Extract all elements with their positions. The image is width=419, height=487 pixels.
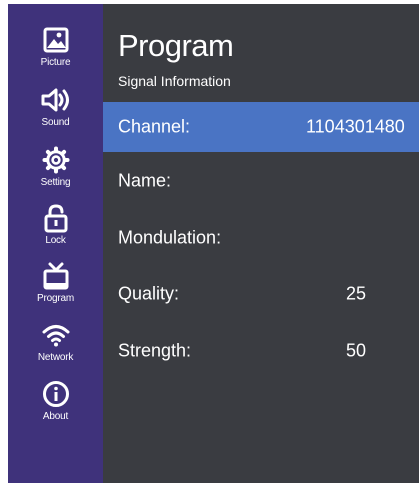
sidebar-item-lock[interactable]: Lock [8,202,103,260]
tv-settings-screen: Picture Sound Setting Lock Program Netwo… [8,4,419,483]
name-row[interactable]: Name: [103,156,419,206]
strength-value: 50 [346,340,367,361]
quality-label: Quality: [118,283,180,304]
sidebar-item-label: Lock [45,235,66,246]
page-title: Program [118,28,234,63]
lock-icon [40,202,72,234]
sidebar-item-program[interactable]: Program [8,260,103,318]
sidebar-item-label: Picture [40,57,71,68]
name-label: Name: [118,170,172,191]
quality-value: 25 [346,283,367,304]
info-icon [40,378,72,410]
modulation-row[interactable]: Mondulation: [103,213,419,263]
quality-row[interactable]: Quality: 25 [103,269,419,319]
sidebar-nav: Picture Sound Setting Lock Program Netwo… [8,4,103,483]
sidebar-item-about[interactable]: About [8,378,103,436]
strength-row[interactable]: Strength: 50 [103,326,419,376]
sidebar-item-sound[interactable]: Sound [8,84,103,142]
sidebar-item-network[interactable]: Network [8,319,103,377]
wifi-icon [40,319,72,351]
sidebar-item-setting[interactable]: Setting [8,144,103,202]
strength-label: Strength: [118,340,192,361]
sidebar-item-picture[interactable]: Picture [8,24,103,82]
sidebar-item-label: About [42,411,69,422]
page-subtitle: Signal Information [118,73,231,89]
gear-icon [40,144,72,176]
sidebar-item-label: Program [37,293,74,304]
modulation-label: Mondulation: [118,227,222,248]
picture-icon [40,24,72,56]
channel-value: 1104301480 [306,116,405,137]
speaker-icon [40,84,72,116]
channel-row[interactable]: Channel: 1104301480 [103,102,419,152]
channel-label: Channel: [118,116,191,137]
sidebar-item-label: Setting [40,177,71,188]
tv-icon [40,260,72,292]
sidebar-item-label: Network [37,352,74,363]
sidebar-item-label: Sound [41,117,70,128]
